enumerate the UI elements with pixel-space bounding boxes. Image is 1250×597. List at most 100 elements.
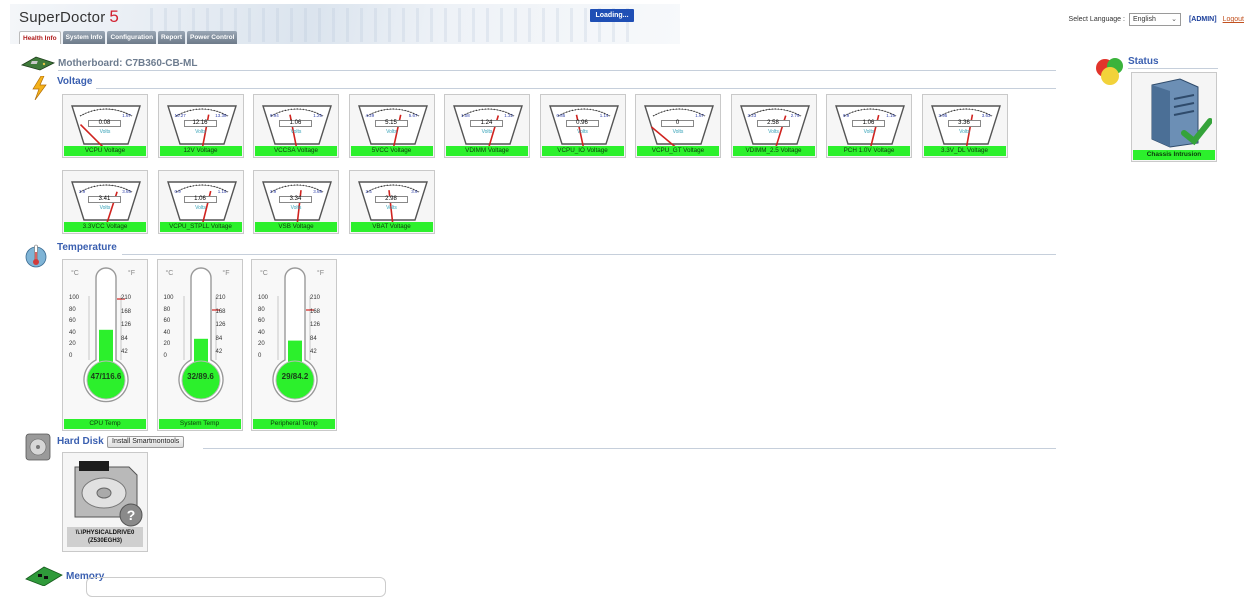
app-name: SuperDoctor xyxy=(19,9,106,26)
voltage-gauge[interactable]: 0.9 1.15 1.06 Volts VCPU_STPLL Voltage xyxy=(157,170,244,234)
tab-configuration[interactable]: Configuration xyxy=(107,31,157,44)
section-divider xyxy=(58,70,1056,71)
gauge-unit: Volts xyxy=(386,129,397,135)
gauge-value: 2.98 xyxy=(374,196,408,203)
motherboard-icon xyxy=(20,56,56,71)
celsius-tick: 100 xyxy=(163,295,174,301)
app-logo: SuperDoctor 5 xyxy=(19,7,119,27)
gauge-label: VCPU_GT Voltage xyxy=(637,146,719,156)
tab-power-control[interactable]: Power Control xyxy=(187,31,238,44)
celsius-tick: 60 xyxy=(258,318,265,324)
gauge-min: 4.29 xyxy=(365,113,375,118)
section-divider xyxy=(122,254,1056,255)
fahrenheit-tick: 210 xyxy=(215,295,226,301)
voltage-gauge[interactable]: 1.67 0 Volts VCPU_GT Voltage xyxy=(635,94,721,158)
voltage-title: Voltage xyxy=(57,76,93,87)
voltage-gauge[interactable]: 4.29 5.67 5.15 Volts 5VCC Voltage xyxy=(348,94,435,158)
celsius-tick: 80 xyxy=(69,306,76,313)
gauge-label: VCCSA Voltage xyxy=(255,146,337,156)
fahrenheit-unit: °F xyxy=(222,270,230,277)
gauge-value: 1.06 xyxy=(852,120,885,127)
gauge-min: 0.94 xyxy=(270,113,279,118)
voltage-gauge[interactable]: 1.08 1.32 1.24 Volts VDIMM Voltage xyxy=(444,94,530,158)
gauge-max: 1.67 xyxy=(122,113,131,118)
disk-card[interactable]: ? \\.\PHYSICALDRIVE0 (Z530EGH3) xyxy=(62,452,148,552)
gauge-max: 5.67 xyxy=(408,113,418,118)
tab-system-info[interactable]: System Info xyxy=(62,31,106,44)
gauge-min: 2.5 xyxy=(365,189,372,194)
temperature-gauge[interactable]: °C °F 100 80 60 40 20 0 210 168 126 84 42 29/84.2 Peri… xyxy=(251,259,337,431)
language-select[interactable]: English ⌄ xyxy=(1128,13,1181,26)
celsius-tick: 80 xyxy=(258,306,265,313)
voltage-gauge[interactable]: 10.27 13.38 12.16 Volts 12V Voltage xyxy=(157,94,244,158)
celsius-tick: 60 xyxy=(69,318,76,324)
voltage-gauge[interactable]: 2.95 3.63 3.36 Volts 3.3V_DL Voltage xyxy=(921,94,1008,158)
section-divider xyxy=(1128,68,1218,69)
voltage-gauge[interactable]: 2.5 3.6 2.98 Volts VBAT Voltage xyxy=(348,170,435,234)
logout-link[interactable]: Logout xyxy=(1223,16,1244,23)
celsius-unit: °C xyxy=(71,270,79,277)
app-version: 5 xyxy=(109,7,120,26)
celsius-tick: 20 xyxy=(258,341,265,347)
gauge-value: 1.06 xyxy=(279,120,312,127)
temperature-gauge[interactable]: °C °F 100 80 60 40 20 0 210 168 126 84 42 47/116.6 CPU… xyxy=(62,259,148,431)
gauge-value: 0 xyxy=(661,120,694,127)
voltage-gauge[interactable]: 1.67 0.08 Volts VCPU Voltage xyxy=(62,94,148,158)
gauge-min: 0.9 xyxy=(174,189,181,194)
temperature-label: Peripheral Temp xyxy=(253,419,335,429)
tab-report[interactable]: Report xyxy=(158,31,185,44)
voltage-gauge[interactable]: 2.9 3.65 3.41 Volts 3.3VCC Voltage xyxy=(62,170,148,234)
voltage-gauge[interactable]: 0.94 1.25 1.06 Volts VCCSA Voltage xyxy=(253,94,339,158)
temperature-gauge[interactable]: °C °F 100 80 60 40 20 0 210 168 126 84 42 32/89.6 Syst… xyxy=(156,259,243,431)
gauge-unit: Volts xyxy=(672,129,684,135)
gauge-min: 0.85 xyxy=(556,113,566,118)
gauge-max: 3.68 xyxy=(313,189,322,194)
gauge-unit: Volts xyxy=(99,129,111,135)
hard-disk-icon xyxy=(25,433,51,461)
gauge-unit: Volts xyxy=(863,129,875,135)
gauge-unit: Volts xyxy=(959,129,970,135)
voltage-gauge[interactable]: 0.9 1.15 1.06 Volts PCH 1.0V Voltage xyxy=(826,94,912,158)
gauge-value: 0.08 xyxy=(88,120,121,127)
admin-user[interactable]: [ADMIN] xyxy=(1189,16,1217,23)
temperature-reading: 32/89.6 xyxy=(187,372,214,381)
celsius-tick: 40 xyxy=(258,329,265,336)
server-ok-icon xyxy=(1151,78,1212,148)
gauge-max: 1.14 xyxy=(599,113,609,118)
section-divider xyxy=(203,448,1056,449)
gauge-unit: Volts xyxy=(195,129,206,135)
language-label: Select Language : xyxy=(1068,16,1125,23)
status-title: Status xyxy=(1128,56,1159,67)
gauge-unit: Volts xyxy=(768,129,779,135)
gauge-value: 0.96 xyxy=(565,120,599,127)
gauge-max: 1.67 xyxy=(695,113,704,118)
lightning-icon xyxy=(32,76,47,100)
fahrenheit-unit: °F xyxy=(127,270,135,277)
hard-disk-title: Hard Disk xyxy=(57,436,104,447)
section-divider xyxy=(96,88,1056,89)
chassis-intrusion-card[interactable]: Chassis Intrusion xyxy=(1131,72,1217,162)
voltage-gauge[interactable]: 2.9 3.68 3.34 Volts VSB Voltage xyxy=(253,170,339,234)
thermometer-globe-icon xyxy=(25,244,47,268)
voltage-gauge[interactable]: 2.23 2.75 2.58 Volts VDIMM_2.5 Voltage xyxy=(730,94,817,158)
gauge-value: 1.06 xyxy=(183,196,217,203)
gauge-label: PCH 1.0V Voltage xyxy=(828,146,910,156)
gauge-label: VSB Voltage xyxy=(255,222,337,232)
gauge-label: VDIMM_2.5 Voltage xyxy=(732,146,815,156)
fahrenheit-tick: 84 xyxy=(310,335,317,342)
install-smartmontools-button[interactable]: Install Smartmontools xyxy=(107,436,185,448)
gauge-unit: Volts xyxy=(290,129,302,135)
gauge-min: 2.9 xyxy=(79,189,86,194)
tab-health-info[interactable]: Health Info xyxy=(19,31,61,44)
motherboard-title: Motherboard: C7B360-CB-ML xyxy=(58,58,198,69)
fahrenheit-tick: 126 xyxy=(215,322,226,328)
gauge-unit: Volts xyxy=(577,129,588,135)
gauge-unit: Volts xyxy=(195,205,206,211)
temperature-title: Temperature xyxy=(57,242,117,253)
gauge-min: 2.95 xyxy=(938,113,948,118)
fahrenheit-tick: 42 xyxy=(310,349,317,355)
fahrenheit-tick: 42 xyxy=(215,349,223,355)
gauge-label: 3.3V_DL Voltage xyxy=(923,146,1006,156)
voltage-gauge[interactable]: 0.85 1.14 0.96 Volts VCPU_IO Voltage xyxy=(539,94,626,158)
celsius-tick: 80 xyxy=(163,306,171,313)
